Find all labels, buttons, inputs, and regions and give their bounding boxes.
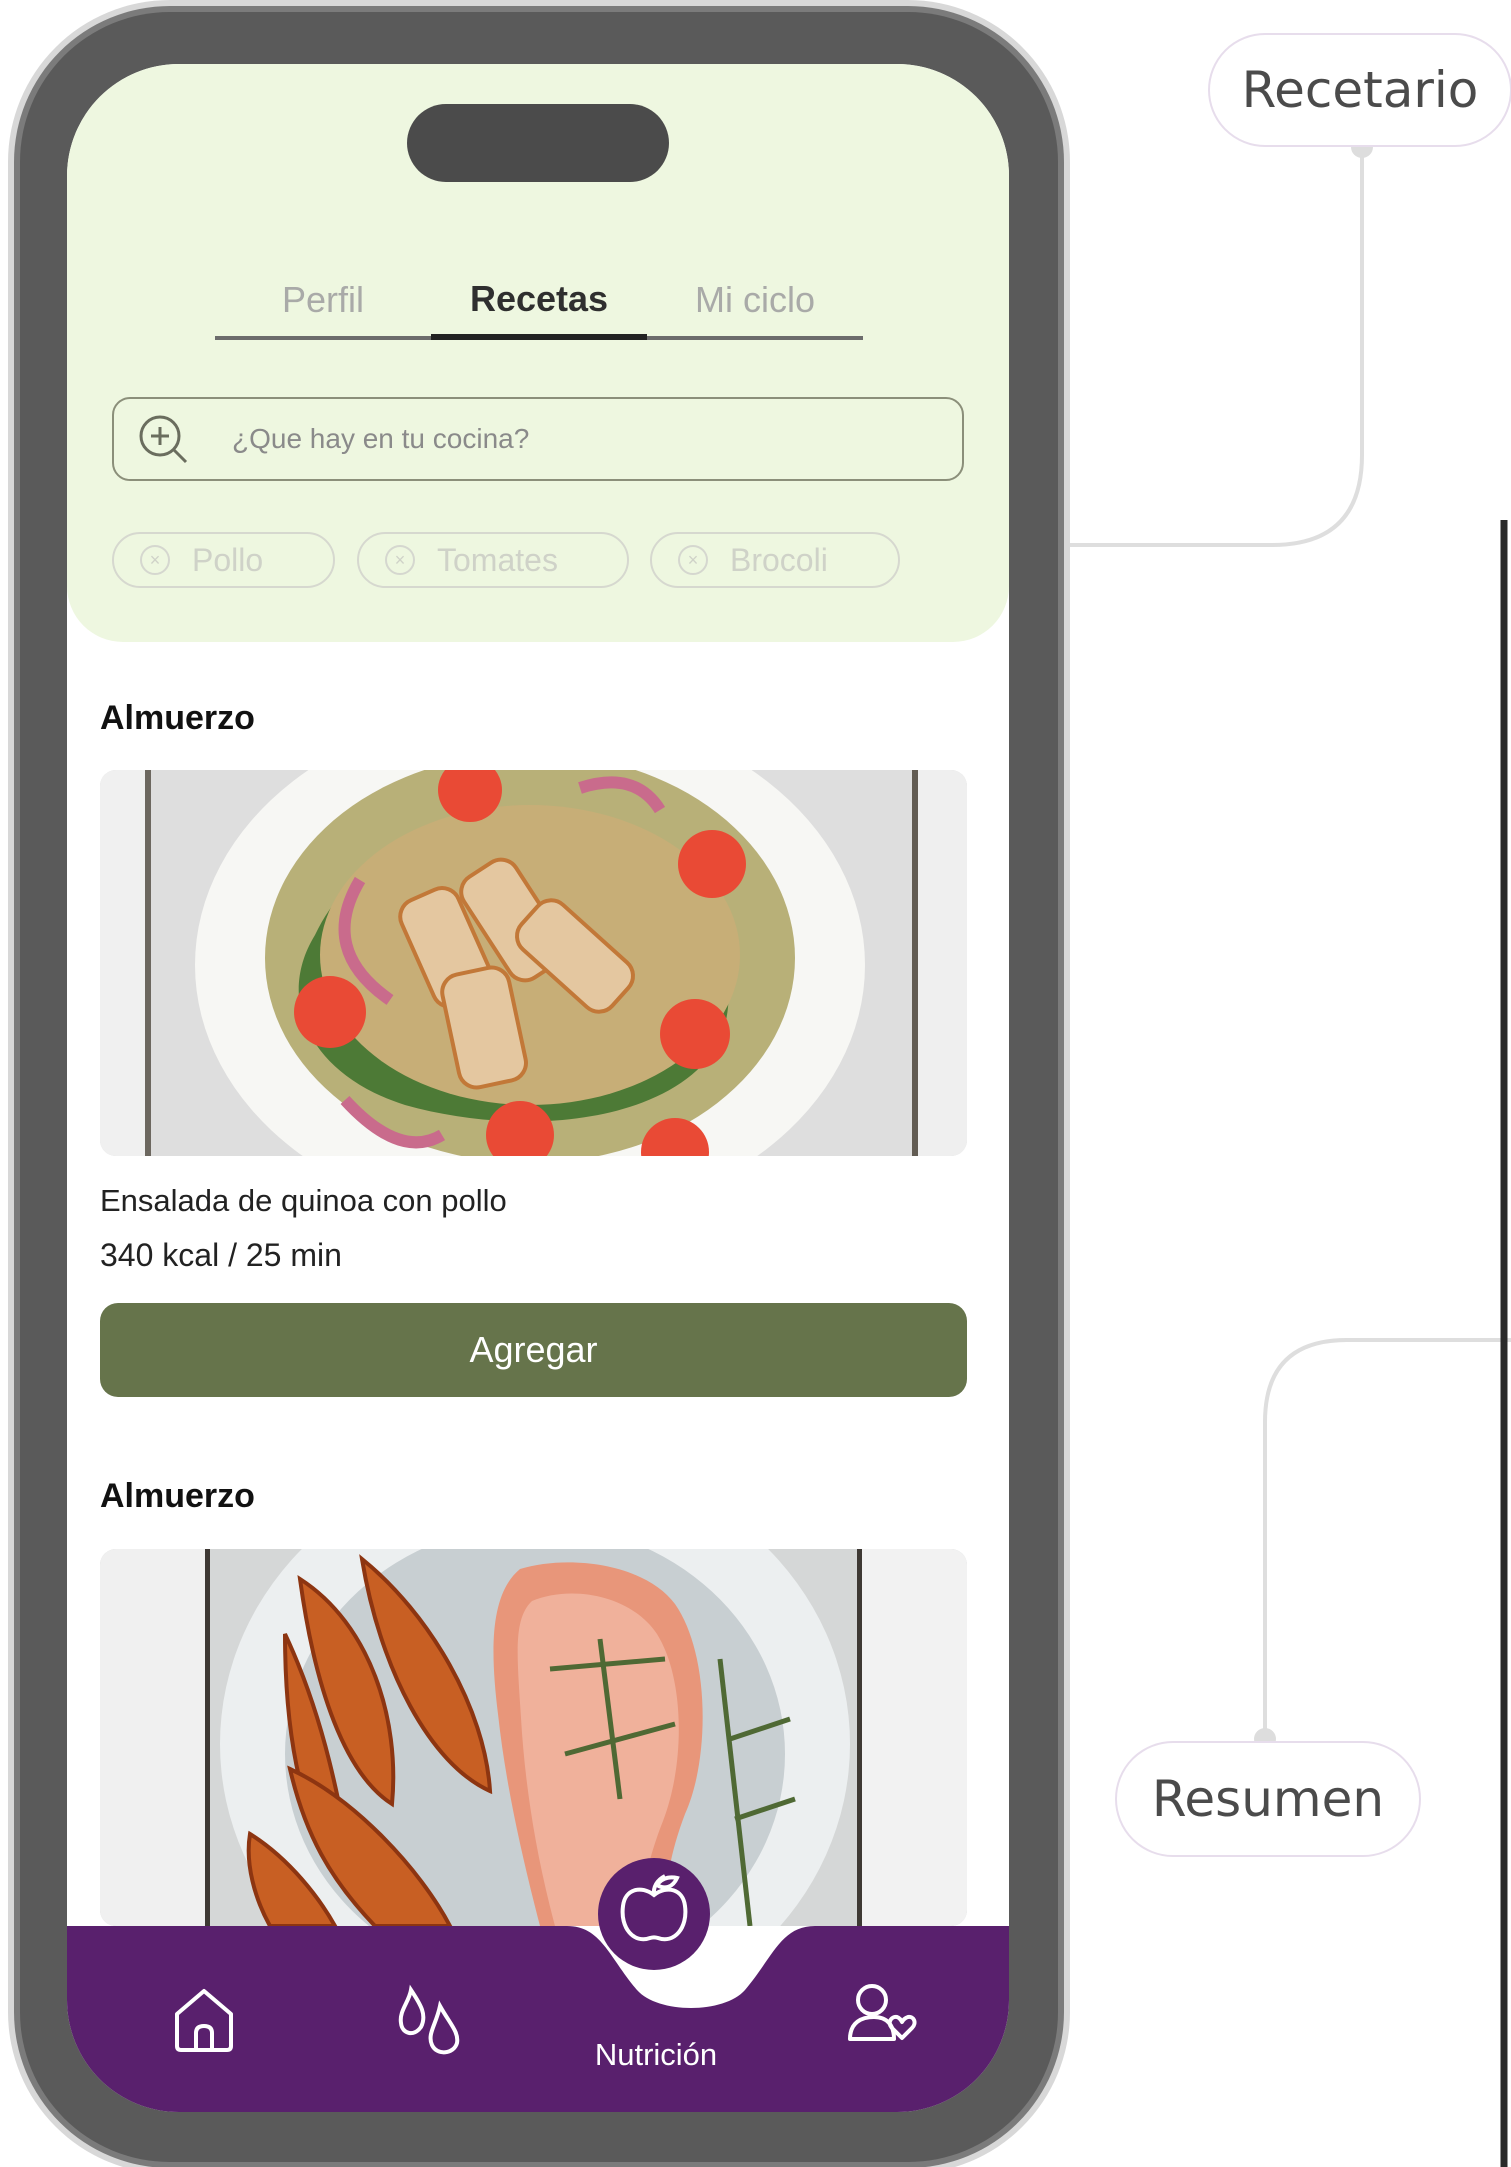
search-input[interactable]: [230, 422, 934, 456]
tab-recetas[interactable]: Recetas: [431, 264, 647, 340]
annotation-resumen: Resumen: [1115, 1741, 1421, 1857]
apple-icon: [620, 1874, 688, 1942]
tab-perfil[interactable]: Perfil: [215, 264, 431, 340]
chip-pollo[interactable]: × Pollo: [112, 532, 335, 588]
add-recipe-button[interactable]: Agregar: [100, 1303, 967, 1397]
drops-icon[interactable]: [393, 1982, 465, 2056]
tab-mi-ciclo[interactable]: Mi ciclo: [647, 264, 863, 340]
meal-label-1: Almuerzo: [100, 699, 255, 737]
dynamic-island: [407, 104, 669, 182]
phone-screen: Perfil Recetas Mi ciclo × Pollo × Tomate…: [67, 64, 1009, 2112]
tab-bar: Perfil Recetas Mi ciclo: [215, 264, 863, 340]
chip-label: Brocoli: [730, 541, 828, 578]
chip-label: Pollo: [192, 541, 264, 578]
nav-nutrition-button[interactable]: [598, 1858, 710, 1970]
search-add-icon[interactable]: [136, 412, 190, 466]
meal-label-2: Almuerzo: [100, 1477, 255, 1515]
remove-chip-icon[interactable]: ×: [385, 545, 415, 575]
chip-brocoli[interactable]: × Brocoli: [650, 532, 900, 588]
ingredient-search: [112, 397, 964, 481]
recipe-meta: 340 kcal / 25 min: [100, 1237, 342, 1273]
recipe-title: Ensalada de quinoa con pollo: [100, 1183, 507, 1218]
annotation-recetario-label: Recetario: [1241, 61, 1479, 119]
salmon-sweet-potato-illustration: [100, 1549, 967, 1926]
home-icon[interactable]: [169, 1984, 239, 2056]
remove-chip-icon[interactable]: ×: [678, 545, 708, 575]
remove-chip-icon[interactable]: ×: [140, 545, 170, 575]
annotation-recetario: Recetario: [1208, 33, 1511, 147]
quinoa-salad-illustration: [100, 770, 967, 1156]
user-heart-icon[interactable]: [844, 1982, 920, 2056]
chip-tomates[interactable]: × Tomates: [357, 532, 629, 588]
annotation-resumen-label: Resumen: [1151, 1770, 1385, 1828]
chip-label: Tomates: [437, 541, 558, 578]
nav-nutrition-label[interactable]: Nutrición: [587, 2037, 725, 2073]
recipe-photo-salmon[interactable]: [100, 1549, 967, 1926]
recipe-photo-quinoa[interactable]: [100, 770, 967, 1156]
